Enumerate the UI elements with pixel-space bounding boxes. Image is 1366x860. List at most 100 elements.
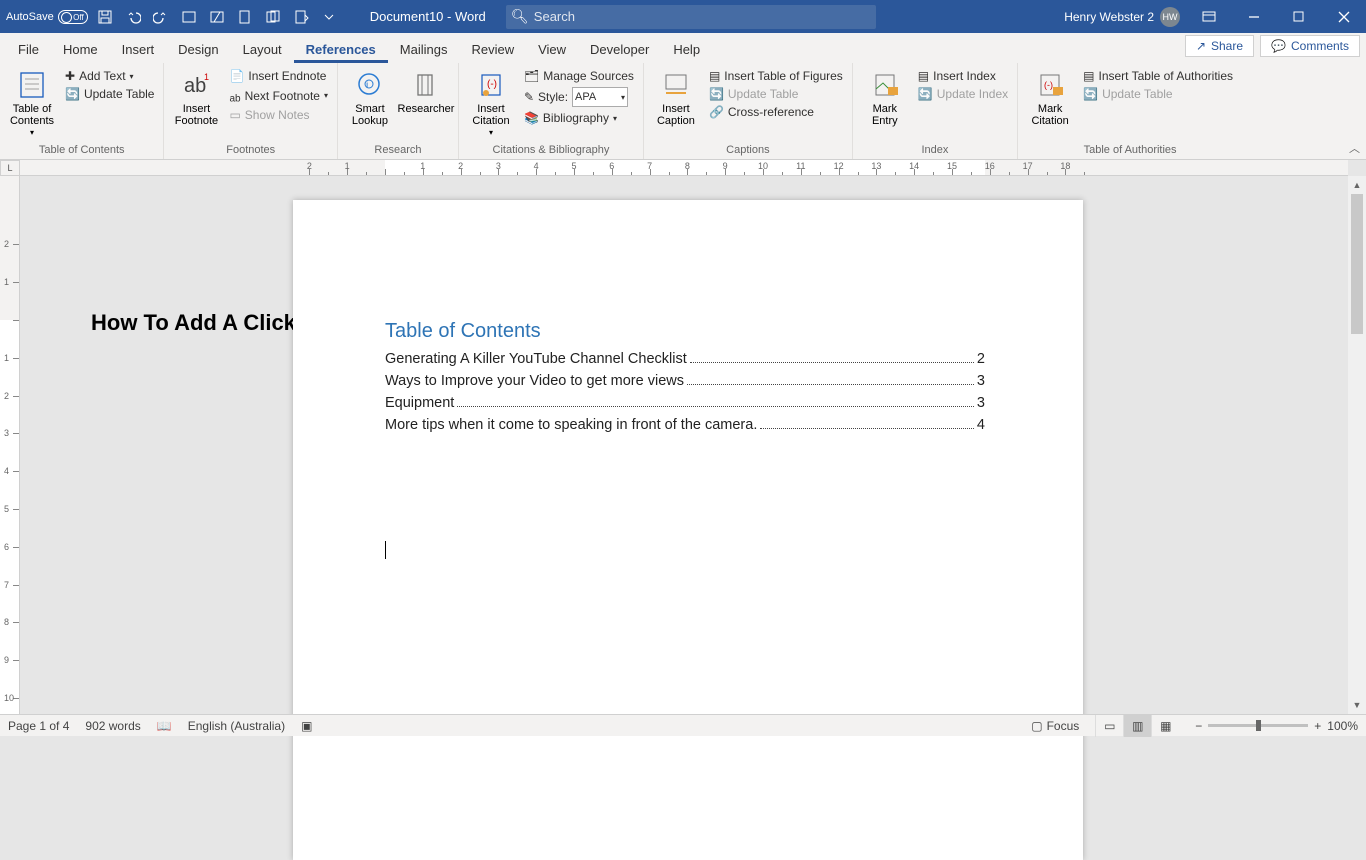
ribbon-display-options-icon[interactable] [1186, 0, 1231, 33]
page-indicator[interactable]: Page 1 of 4 [8, 719, 69, 733]
insert-footnote-button[interactable]: ab1 Insert Footnote [170, 68, 222, 128]
share-icon: ↗ [1196, 39, 1206, 53]
search-input[interactable] [534, 9, 854, 24]
insert-caption-button[interactable]: Insert Caption [650, 68, 702, 128]
tab-layout[interactable]: Layout [231, 36, 294, 63]
horizontal-ruler[interactable]: 21123456789101112131415161718 [20, 160, 1348, 176]
maximize-button[interactable] [1276, 0, 1321, 33]
save-icon[interactable] [94, 6, 116, 28]
mark-citation-icon: (-) [1034, 69, 1066, 101]
insert-endnote-button[interactable]: 📄Insert Endnote [226, 68, 331, 84]
share-button[interactable]: ↗Share [1185, 35, 1254, 57]
toc-entry[interactable]: More tips when it come to speaking in fr… [385, 417, 985, 433]
tab-references[interactable]: References [294, 36, 388, 63]
bibliography-button[interactable]: 📚Bibliography▾ [521, 110, 637, 126]
search-box[interactable]: 🔍︎ [506, 5, 876, 29]
vertical-scrollbar[interactable]: ▲ ▼ [1348, 176, 1366, 714]
minimize-button[interactable] [1231, 0, 1276, 33]
close-button[interactable] [1321, 0, 1366, 33]
update-table-button[interactable]: 🔄Update Table [62, 86, 157, 102]
update-index-button[interactable]: 🔄Update Index [915, 86, 1011, 102]
insert-table-of-figures-button[interactable]: ▤Insert Table of Figures [706, 68, 846, 84]
quick-access-toolbar: AutoSave Off [0, 6, 340, 28]
scroll-down-icon[interactable]: ▼ [1348, 696, 1366, 714]
mark-entry-button[interactable]: Mark Entry [859, 68, 911, 128]
word-count[interactable]: 902 words [85, 719, 140, 733]
toc-entry-page: 3 [977, 395, 985, 411]
add-text-button[interactable]: ✚Add Text▾ [62, 68, 157, 84]
print-layout-icon[interactable]: ▥ [1123, 715, 1151, 737]
comments-button[interactable]: 💬Comments [1260, 35, 1360, 57]
language-indicator[interactable]: English (Australia) [188, 719, 285, 733]
group-label: Captions [650, 142, 846, 159]
autosave-toggle[interactable]: AutoSave Off [6, 10, 88, 24]
update-tof-button[interactable]: 🔄Update Table [706, 86, 846, 102]
insert-toa-button[interactable]: ▤Insert Table of Authorities [1080, 68, 1236, 84]
qat-icon-1[interactable] [178, 6, 200, 28]
vertical-ruler[interactable]: 211234567891011 [0, 176, 20, 714]
group-table-of-contents: Table of Contents ▾ ✚Add Text▾ 🔄Update T… [0, 63, 164, 159]
cross-reference-button[interactable]: 🔗Cross-reference [706, 104, 846, 120]
smart-lookup-icon: i [354, 69, 386, 101]
tab-view[interactable]: View [526, 36, 578, 63]
ruler-corner[interactable]: L [0, 160, 20, 176]
toc-icon [16, 69, 48, 101]
web-layout-icon[interactable]: ▦ [1151, 715, 1179, 737]
tab-developer[interactable]: Developer [578, 36, 661, 63]
tab-design[interactable]: Design [166, 36, 230, 63]
crossref-icon: 🔗 [709, 105, 724, 119]
scroll-up-icon[interactable]: ▲ [1348, 176, 1366, 194]
document-page[interactable]: Table of Contents Generating A Killer Yo… [293, 200, 1083, 860]
focus-mode-button[interactable]: ▢Focus [1031, 719, 1079, 733]
account-button[interactable]: Henry Webster 2 HW [1064, 7, 1180, 27]
mark-citation-button[interactable]: (-) Mark Citation [1024, 68, 1076, 128]
table-of-contents-button[interactable]: Table of Contents ▾ [6, 68, 58, 139]
insert-index-button[interactable]: ▤Insert Index [915, 68, 1011, 84]
chevron-down-icon: ▾ [30, 129, 34, 138]
comment-icon: 💬 [1271, 39, 1286, 53]
status-bar: Page 1 of 4 902 words 📖 English (Austral… [0, 714, 1366, 736]
zoom-in-button[interactable]: + [1314, 719, 1321, 733]
text-cursor [385, 541, 386, 559]
search-icon: 🔍︎ [506, 8, 534, 25]
toc-entry[interactable]: Ways to Improve your Video to get more v… [385, 373, 985, 389]
researcher-button[interactable]: Researcher [400, 68, 452, 116]
macro-record-icon[interactable]: ▣ [301, 719, 312, 733]
tab-review[interactable]: Review [459, 36, 526, 63]
collapse-ribbon-icon[interactable]: ︿ [1349, 140, 1360, 156]
chevron-down-icon: ▾ [324, 91, 328, 100]
tab-file[interactable]: File [6, 36, 51, 63]
manage-sources-button[interactable]: 🗂Manage Sources [521, 68, 637, 84]
page-content: Table of Contents Generating A Killer Yo… [385, 320, 985, 564]
tab-home[interactable]: Home [51, 36, 110, 63]
scrollbar-thumb[interactable] [1351, 194, 1363, 334]
citation-style-select[interactable]: ✎ Style: APA▾ [521, 86, 637, 108]
zoom-level[interactable]: 100% [1327, 719, 1358, 733]
zoom-out-button[interactable]: − [1195, 719, 1202, 733]
qat-icon-5[interactable] [290, 6, 312, 28]
qat-icon-3[interactable] [234, 6, 256, 28]
update-toa-button[interactable]: 🔄Update Table [1080, 86, 1236, 102]
qat-customize-icon[interactable] [318, 6, 340, 28]
style-dropdown[interactable]: APA▾ [572, 87, 628, 107]
tab-mailings[interactable]: Mailings [388, 36, 460, 63]
toc-entry[interactable]: Generating A Killer YouTube Channel Chec… [385, 351, 985, 367]
redo-icon[interactable] [150, 6, 172, 28]
sources-icon: 🗂 [524, 69, 539, 83]
tab-help[interactable]: Help [661, 36, 712, 63]
tab-insert[interactable]: Insert [110, 36, 167, 63]
chevron-down-icon: ▾ [489, 129, 493, 138]
qat-icon-2[interactable] [206, 6, 228, 28]
undo-icon[interactable] [122, 6, 144, 28]
toc-entry[interactable]: Equipment3 [385, 395, 985, 411]
toc-leader-dots [687, 373, 974, 385]
spellcheck-icon[interactable]: 📖 [157, 719, 172, 733]
read-mode-icon[interactable]: ▭ [1095, 715, 1123, 737]
show-notes-button[interactable]: ▭Show Notes [226, 107, 331, 123]
insert-citation-button[interactable]: (-) Insert Citation ▾ [465, 68, 517, 139]
qat-icon-4[interactable] [262, 6, 284, 28]
next-footnote-button[interactable]: abNext Footnote▾ [226, 86, 331, 105]
zoom-slider[interactable] [1208, 724, 1308, 727]
group-label: Table of Contents [6, 142, 157, 159]
smart-lookup-button[interactable]: i Smart Lookup [344, 68, 396, 128]
